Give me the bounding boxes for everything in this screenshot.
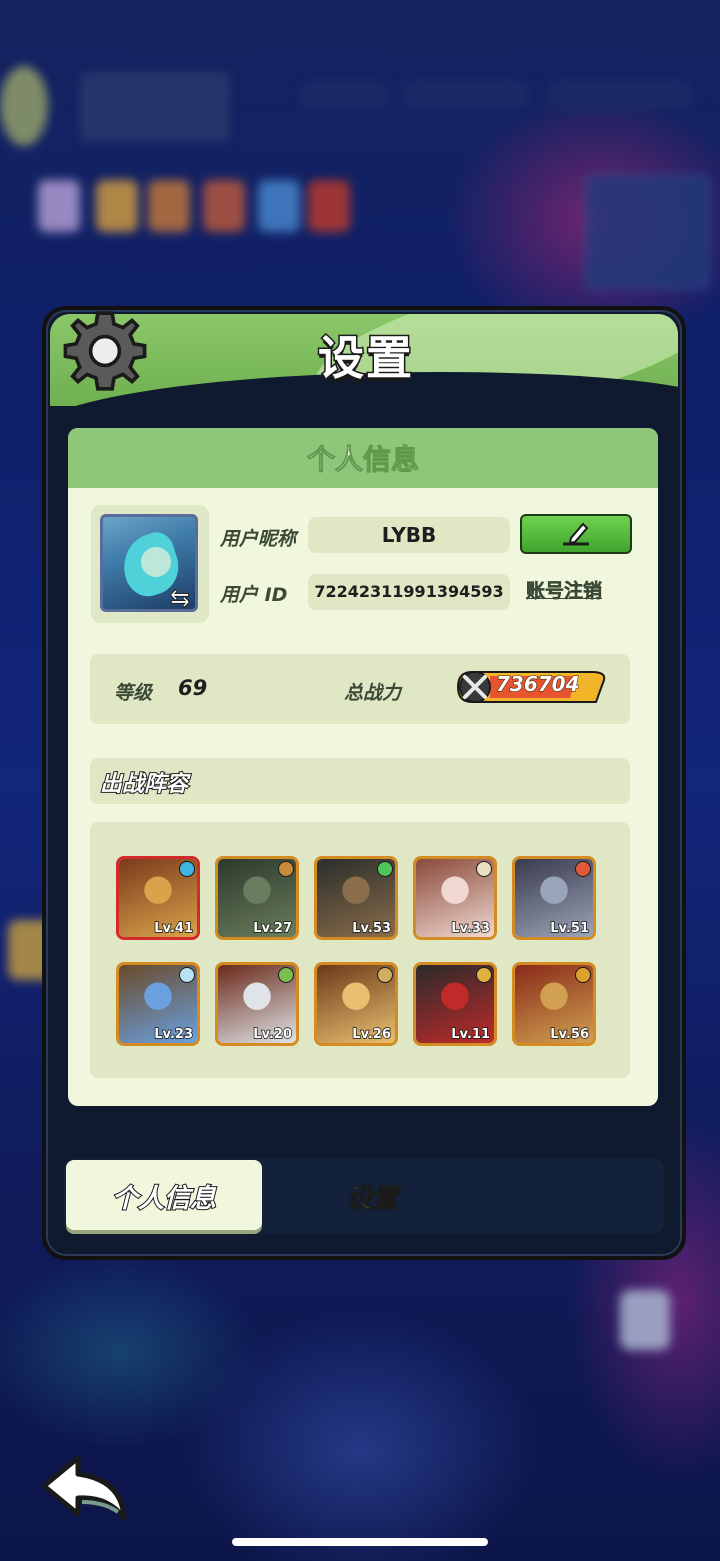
hero-card[interactable]: Lv.23 [116, 962, 200, 1046]
pencil-icon [563, 522, 589, 546]
hero-card[interactable]: Lv.20 [215, 962, 299, 1046]
element-gem-icon [575, 861, 591, 877]
tab-settings[interactable]: 设置 [274, 1160, 470, 1230]
profile-panel: 个人信息 ⇆ 用户昵称 LYBB 用户 ID 72242311991394593… [68, 428, 658, 1106]
home-indicator[interactable] [232, 1538, 488, 1546]
lineup-grid: Lv.41 Lv.27 Lv.53 Lv.33 Lv.51 Lv.23 Lv.20 Lv.26… [90, 822, 630, 1078]
resource-blurred [545, 80, 695, 110]
hero-level: Lv.33 [451, 920, 491, 936]
power-value: 736704 [496, 672, 581, 697]
hero-level: Lv.51 [550, 920, 590, 936]
power-badge: 736704 [456, 668, 608, 706]
element-gem-icon [179, 967, 195, 983]
element-gem-icon [575, 967, 591, 983]
level-value: 69 [178, 676, 208, 700]
hero-level: Lv.26 [352, 1026, 392, 1042]
nickname-label: 用户昵称 [220, 528, 297, 550]
element-gem-icon [278, 967, 294, 983]
hero-card[interactable]: Lv.27 [215, 856, 299, 940]
user-id-label: 用户 ID [220, 584, 288, 606]
resource-blurred [300, 80, 390, 110]
power-label: 总战力 [344, 682, 402, 704]
hero-level: Lv.23 [154, 1026, 194, 1042]
hero-card[interactable]: Lv.56 [512, 962, 596, 1046]
menu-icons-blurred [38, 180, 358, 240]
swap-avatar-icon[interactable]: ⇆ [165, 583, 195, 613]
hero-level: Lv.41 [154, 920, 194, 936]
hero-level: Lv.56 [550, 1026, 590, 1042]
bottom-tabs: 个人信息 设置 [64, 1158, 664, 1234]
element-gem-icon [377, 861, 393, 877]
element-gem-icon [179, 861, 195, 877]
hero-card[interactable]: Lv.41 [116, 856, 200, 940]
tab-profile-label: 个人信息 [111, 1183, 217, 1215]
tab-settings-label: 设置 [345, 1184, 398, 1215]
panel-header: 个人信息 [68, 428, 658, 488]
element-gem-icon [278, 861, 294, 877]
lineup-header: 出战阵容 [90, 758, 630, 804]
tab-profile[interactable]: 个人信息 [66, 1160, 262, 1230]
avatar-frame[interactable]: ⇆ [91, 505, 209, 623]
hero-level: Lv.11 [451, 1026, 491, 1042]
resource-blurred [400, 80, 530, 110]
hero-card[interactable]: Lv.53 [314, 856, 398, 940]
dialog-title: 设置 [317, 330, 414, 387]
stats-bar: 等级 69 总战力 736704 [90, 654, 630, 724]
hero-card[interactable]: Lv.11 [413, 962, 497, 1046]
panel-title: 个人信息 [306, 443, 419, 477]
edit-nickname-button[interactable] [520, 514, 632, 554]
element-gem-icon [476, 861, 492, 877]
user-id-field: 72242311991394593 [308, 574, 510, 610]
lineup-title: 出战阵容 [99, 771, 189, 798]
element-gem-icon [377, 967, 393, 983]
player-bar-blurred [80, 72, 230, 142]
hero-card[interactable]: Lv.26 [314, 962, 398, 1046]
hero-card[interactable]: Lv.51 [512, 856, 596, 940]
hero-level: Lv.53 [352, 920, 392, 936]
element-gem-icon [476, 967, 492, 983]
settings-dialog: 设置 个人信息 ⇆ 用户昵称 LYBB 用户 ID 72242311991394… [42, 306, 686, 1260]
swords-icon [463, 675, 487, 699]
back-arrow-icon[interactable] [38, 1452, 130, 1524]
hero-card[interactable]: Lv.33 [413, 856, 497, 940]
minimap-blurred [585, 175, 709, 289]
deregister-account-link[interactable]: 账号注销 [526, 576, 603, 603]
hero-level: Lv.20 [253, 1026, 293, 1042]
level-label: 等级 [114, 682, 153, 704]
hero-level: Lv.27 [253, 920, 293, 936]
nickname-field: LYBB [308, 517, 510, 553]
